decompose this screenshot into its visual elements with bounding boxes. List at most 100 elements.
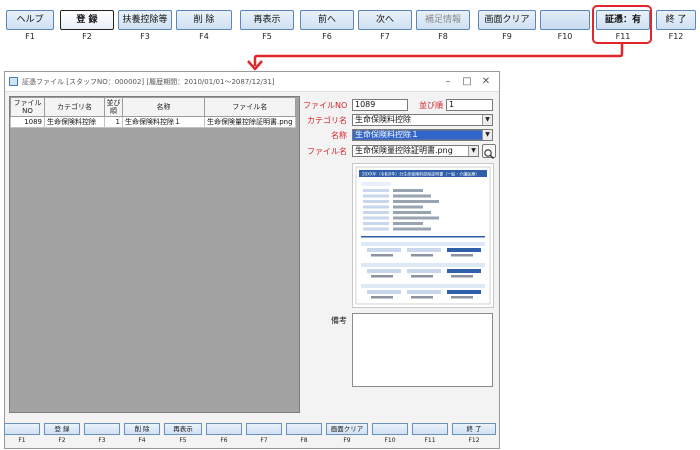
thumbnail-table-cell	[447, 248, 481, 252]
thumbnail-row-value	[393, 211, 431, 214]
bottom-f3-button[interactable]	[84, 423, 120, 435]
cell-category: 生命保険料控除	[44, 116, 105, 128]
memo-label: 備考	[331, 316, 347, 325]
order-field[interactable]: 1	[446, 99, 493, 111]
cell-file-no: 1089	[10, 116, 45, 128]
thumbnail-row-label	[363, 194, 389, 198]
thumbnail-table-value	[451, 296, 473, 299]
bottom-f10-button[interactable]	[372, 423, 408, 435]
thumbnail-table-header	[361, 284, 485, 288]
column-header-order[interactable]: 並び 順	[104, 97, 123, 117]
bottom-key-label-f6: F6	[220, 437, 228, 444]
thumbnail-table-cell	[367, 290, 401, 294]
thumbnail-row-value	[393, 222, 423, 225]
bottom-key-label-f11: F11	[424, 437, 436, 444]
thumbnail-table-cell	[367, 269, 401, 273]
bottom-f7-button[interactable]	[246, 423, 282, 435]
thumbnail-table-header	[361, 263, 485, 267]
bottom-key-label-f7: F7	[260, 437, 268, 444]
thumbnail-table-value	[451, 275, 473, 278]
bottom-key-label-f1: F1	[18, 437, 26, 444]
bottom-key-label-f8: F8	[300, 437, 308, 444]
file-no-field[interactable]: 1089	[352, 99, 408, 111]
filename-select[interactable]: 生命保険量控除証明書.png ▼	[352, 145, 479, 157]
zoom-button[interactable]	[482, 144, 496, 159]
thumbnail-row-value	[393, 194, 431, 198]
thumbnail-row-label	[363, 227, 389, 231]
column-header-name[interactable]: 名称	[122, 97, 205, 117]
bottom-f8-button[interactable]	[286, 423, 322, 435]
name-select[interactable]: 生命保険料控除１ ▼	[352, 129, 493, 141]
thumbnail-row-value	[393, 189, 423, 192]
thumbnail-table-value	[371, 254, 393, 257]
callout-arrow	[247, 44, 624, 71]
thumbnail-row-value	[393, 227, 431, 231]
evidence-file-window: 証憑ファイル [スタッフNO：000002] [履歴期間：2010/01/01～…	[4, 71, 500, 449]
thumbnail-table-cell	[367, 248, 401, 252]
category-select[interactable]: 生命保険料控除 ▼	[352, 114, 493, 126]
bottom-key-label-f3: F3	[98, 437, 106, 444]
bottom-key-label-f4: F4	[138, 437, 146, 444]
thumbnail-row-label	[363, 200, 389, 203]
memo-textarea[interactable]	[352, 313, 493, 387]
table-header-row: ファイル NO カテゴリ名 並び 順 名称 ファイル名	[10, 97, 296, 117]
bottom-key-label-f9: F9	[343, 437, 351, 444]
category-label: カテゴリ名	[307, 116, 347, 125]
bottom-key-label-f10: F10	[384, 437, 396, 444]
thumbnail-row-value	[393, 205, 423, 209]
thumbnail-table-value	[371, 296, 393, 299]
bottom-key-label-f5: F5	[179, 437, 187, 444]
bottom-key-label-f2: F2	[58, 437, 66, 444]
table-row[interactable]: 1089 生命保険料控除 1 生命保険料控除１ 生命保険量控除証明書.png	[10, 116, 296, 128]
app-icon	[9, 77, 18, 86]
bottom-function-key-bar: F1 登 録 F2 F3 削 除 F4 再表示 F5 F6 F7 F8 画面クリ…	[0, 423, 500, 449]
certificate-image: 20XX年（令和X年）分生命保険料控除証明書（一般・介護医療）	[355, 166, 491, 305]
bottom-delete-button[interactable]: 削 除	[124, 423, 160, 435]
bottom-f11-button[interactable]	[412, 423, 448, 435]
order-label: 並び順	[419, 101, 443, 110]
bottom-exit-button[interactable]: 終 了	[452, 423, 496, 435]
bottom-register-button[interactable]: 登 録	[44, 423, 80, 435]
cell-name: 生命保険料控除１	[122, 116, 205, 128]
filename-label: ファイル名	[307, 147, 347, 156]
thumbnail-table-header	[361, 242, 485, 246]
thumbnail-table-cell	[447, 290, 481, 294]
thumbnail-table-cell	[407, 290, 441, 294]
name-label: 名称	[331, 131, 347, 140]
thumbnail-row-label	[363, 222, 389, 225]
bottom-redisplay-button[interactable]: 再表示	[164, 423, 202, 435]
chevron-down-icon[interactable]: ▼	[482, 115, 492, 125]
thumbnail-table-cell	[407, 269, 441, 273]
thumbnail-table-value	[371, 275, 393, 278]
thumbnail-table-value	[451, 254, 473, 257]
thumbnail-table-cell	[447, 269, 481, 273]
column-header-file-no[interactable]: ファイル NO	[10, 97, 45, 117]
bottom-key-label-f12: F12	[468, 437, 480, 444]
minimize-button[interactable]: –	[439, 74, 457, 90]
thumbnail-row-value	[393, 200, 439, 203]
maximize-button[interactable]: □	[458, 74, 476, 90]
thumbnail-row-label	[363, 211, 389, 214]
thumbnail-row-label	[363, 205, 389, 209]
column-header-category[interactable]: カテゴリ名	[44, 97, 105, 117]
thumbnail-heading: 20XX年（令和X年）分生命保険料控除証明書（一般・介護医療）	[362, 171, 479, 177]
file-no-label: ファイルNO	[303, 101, 348, 110]
file-table: ファイル NO カテゴリ名 並び 順 名称 ファイル名 1089 生命保険料控除…	[10, 97, 296, 128]
close-button[interactable]: ✕	[477, 74, 495, 90]
thumbnail-row-label	[363, 189, 389, 192]
chevron-down-icon[interactable]: ▼	[482, 130, 492, 140]
cell-filename: 生命保険量控除証明書.png	[204, 116, 296, 128]
thumbnail-table-value	[411, 254, 433, 257]
thumbnail-table-cell	[407, 248, 441, 252]
bottom-f6-button[interactable]	[206, 423, 242, 435]
file-list-grid[interactable]: ファイル NO カテゴリ名 並び 順 名称 ファイル名 1089 生命保険料控除…	[9, 96, 300, 413]
cell-order: 1	[104, 116, 123, 128]
thumbnail-row-value	[393, 216, 439, 220]
column-header-filename[interactable]: ファイル名	[204, 97, 296, 117]
chevron-down-icon[interactable]: ▼	[468, 146, 478, 156]
bottom-f1-button[interactable]	[4, 423, 40, 435]
evidence-thumbnail: 20XX年（令和X年）分生命保険料控除証明書（一般・介護医療）	[352, 163, 494, 308]
bottom-screen-clear-button[interactable]: 画面クリア	[326, 423, 368, 435]
window-title-bar: 証憑ファイル [スタッフNO：000002] [履歴期間：2010/01/01～…	[5, 72, 499, 92]
thumbnail-table-value	[411, 275, 433, 278]
